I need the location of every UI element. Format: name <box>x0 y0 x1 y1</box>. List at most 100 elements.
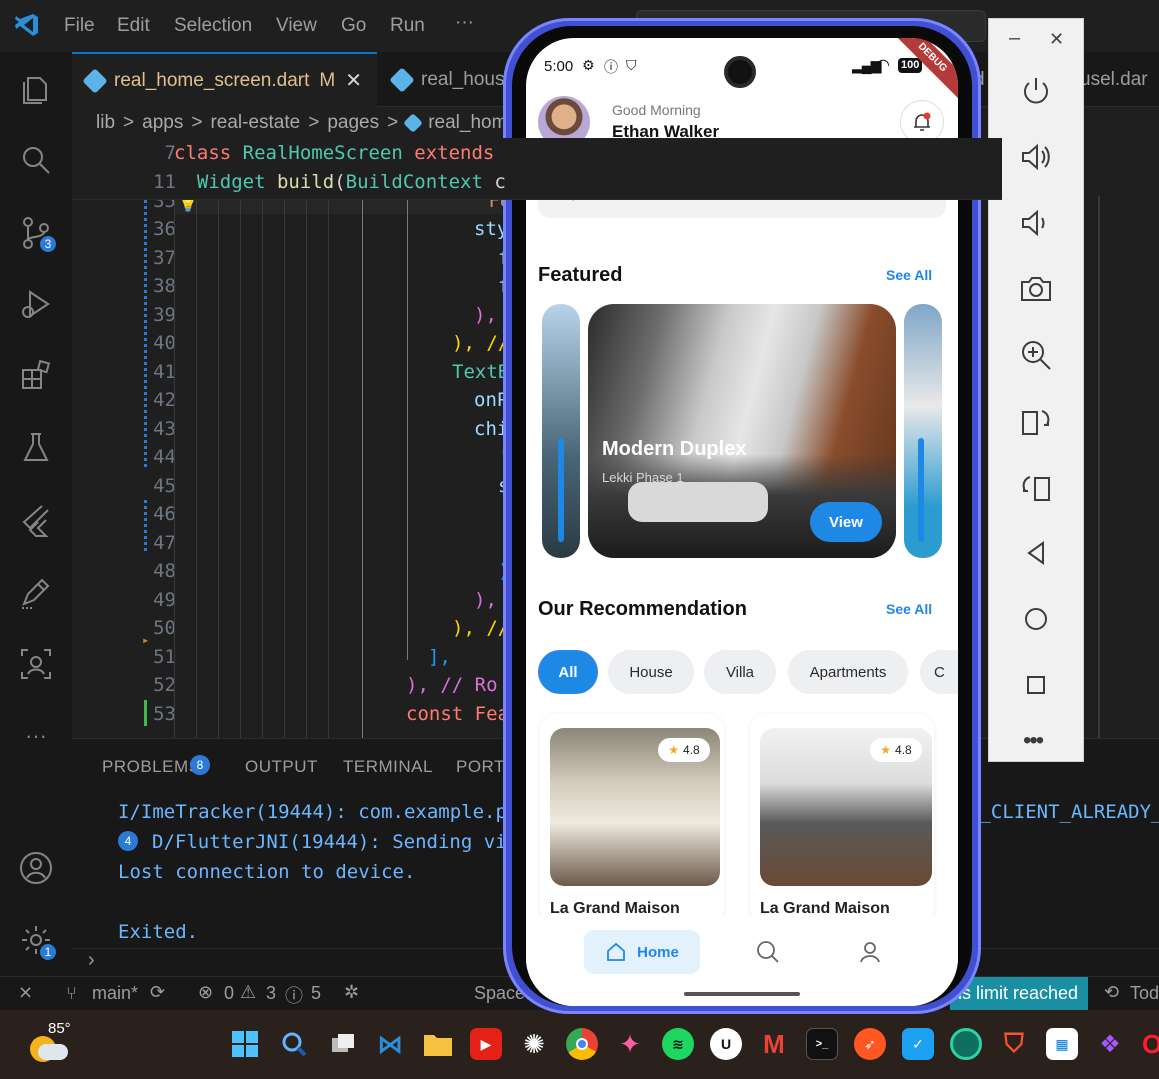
minimize-icon[interactable]: – <box>1009 27 1020 50</box>
fold-arrow-icon[interactable]: ▸ <box>142 633 149 647</box>
crumb-apps[interactable]: apps <box>142 112 183 134</box>
more-icon[interactable]: ••• <box>1023 727 1044 755</box>
chatgpt-icon[interactable]: ✺ <box>518 1028 550 1060</box>
sync-icon[interactable]: ⟳ <box>150 982 165 1003</box>
tab-output[interactable]: OUTPUT <box>245 757 318 777</box>
crumb-lib[interactable]: lib <box>96 112 115 134</box>
close-icon[interactable]: ✕ <box>1049 29 1064 50</box>
menu-run[interactable]: Run <box>390 15 425 37</box>
nav-home[interactable]: Home <box>584 930 700 974</box>
brave-icon[interactable]: ⛉ <box>998 1028 1030 1060</box>
explorer-icon[interactable] <box>16 68 56 108</box>
back-icon[interactable] <box>1018 535 1054 571</box>
info-count[interactable]: 5 <box>311 983 321 1004</box>
search-icon <box>757 941 779 963</box>
overview-square-icon[interactable] <box>1018 667 1054 703</box>
history-icon: ⟲ <box>1104 982 1120 1002</box>
view-button[interactable]: View <box>810 502 882 542</box>
weather-widget[interactable]: 85° <box>30 1020 71 1062</box>
crumb-real-estate[interactable]: real-estate <box>210 112 300 134</box>
microsoft-store-icon[interactable]: ▦ <box>1046 1028 1078 1060</box>
remote-explorer-icon[interactable] <box>16 644 56 684</box>
featured-card[interactable]: Modern Duplex Lekki Phase 1 View <box>588 304 896 558</box>
power-icon[interactable] <box>1018 73 1054 109</box>
property-card[interactable]: ★ 4.8 La Grand Maison <box>750 714 934 924</box>
recommendation-see-all-link[interactable]: See All <box>886 601 932 617</box>
tab-label: real_home_screen.dart <box>114 69 310 91</box>
tab-carousel[interactable]: usel.dar <box>1076 52 1159 107</box>
more-views-icon[interactable]: ··· <box>16 716 56 756</box>
editor-scrollbar[interactable] <box>1098 196 1100 738</box>
volume-up-icon[interactable] <box>1018 139 1054 175</box>
rotate-left-icon[interactable] <box>1018 469 1054 505</box>
zoom-icon[interactable] <box>1018 337 1054 373</box>
start-windows-icon[interactable] <box>229 1028 261 1060</box>
tab-terminal[interactable]: TERMINAL <box>343 757 433 777</box>
menu-view[interactable]: View <box>276 15 317 37</box>
spotify-icon[interactable]: ≋ <box>662 1028 694 1060</box>
filter-chip-partial[interactable]: C <box>920 650 958 694</box>
youtube-icon[interactable]: ▶ <box>470 1028 502 1060</box>
testing-icon[interactable] <box>16 428 56 468</box>
taskbar-search-icon[interactable] <box>278 1028 310 1060</box>
app-star-icon[interactable]: ✦ <box>614 1028 646 1060</box>
carousel-prev-card[interactable] <box>542 304 580 558</box>
filter-chip-apartments[interactable]: Apartments <box>788 650 908 694</box>
upwork-icon[interactable]: U <box>710 1028 742 1060</box>
search-icon[interactable] <box>16 140 56 180</box>
postman-icon[interactable]: ➶ <box>854 1028 886 1060</box>
menu-edit[interactable]: Edit <box>117 15 150 37</box>
close-icon[interactable]: ✕ <box>345 68 362 93</box>
debug-icon[interactable]: ✲ <box>344 982 359 1003</box>
error-count[interactable]: 0 <box>224 983 234 1004</box>
modified-indicator: M <box>319 69 336 91</box>
crumb-file[interactable]: real_hom <box>428 112 507 134</box>
nav-profile[interactable] <box>858 940 884 966</box>
edit-pen-icon[interactable] <box>16 572 56 612</box>
terminal-icon[interactable]: >_ <box>806 1028 838 1060</box>
tab-real-hous[interactable]: real_hous <box>379 52 519 107</box>
filter-chip-house[interactable]: House <box>608 650 694 694</box>
menu-more[interactable]: ··· <box>455 12 474 34</box>
property-image: ★ 4.8 <box>550 728 720 886</box>
settings-gear-icon[interactable]: 1 <box>16 920 58 962</box>
nav-search[interactable] <box>756 940 782 966</box>
volume-down-icon[interactable] <box>1018 205 1054 241</box>
menu-go[interactable]: Go <box>341 15 366 37</box>
run-debug-icon[interactable] <box>16 284 56 324</box>
tab-real-home-screen[interactable]: real_home_screen.dart M ✕ <box>72 52 377 107</box>
gmail-icon[interactable]: M <box>758 1028 790 1060</box>
extensions-icon[interactable] <box>16 356 56 396</box>
property-card[interactable]: ★ 4.8 La Grand Maison <box>540 714 724 924</box>
chrome-icon[interactable] <box>566 1028 598 1060</box>
rating-badge: ★ 4.8 <box>870 738 922 762</box>
source-control-icon[interactable]: 3 <box>16 212 58 254</box>
home-circle-icon[interactable] <box>1018 601 1054 637</box>
featured-see-all-link[interactable]: See All <box>886 267 932 283</box>
menu-file[interactable]: File <box>64 15 95 37</box>
account-icon[interactable] <box>16 848 56 888</box>
flutter-icon[interactable] <box>16 500 56 540</box>
repeat-count-badge: 4 <box>118 831 138 851</box>
opera-icon[interactable]: O <box>1142 1028 1159 1060</box>
branch-name[interactable]: main* <box>92 983 138 1004</box>
twitter-icon[interactable]: ✓ <box>902 1028 934 1060</box>
tab-problems[interactable]: PROBLEMS <box>102 757 200 777</box>
warning-count[interactable]: 3 <box>266 983 276 1004</box>
rotate-right-icon[interactable] <box>1018 403 1054 439</box>
figma-icon[interactable]: ❖ <box>1094 1028 1126 1060</box>
front-camera <box>724 56 756 88</box>
carousel-next-card[interactable] <box>904 304 942 558</box>
greeting: Good Morning <box>612 102 701 118</box>
filter-chip-all[interactable]: All <box>538 650 598 694</box>
filter-chip-villa[interactable]: Villa <box>704 650 776 694</box>
app-circle-icon[interactable] <box>950 1028 982 1060</box>
remote-icon[interactable]: ⨯ <box>18 982 33 1003</box>
file-explorer-icon[interactable] <box>422 1028 454 1060</box>
task-view-icon[interactable] <box>327 1028 359 1060</box>
menu-selection[interactable]: Selection <box>174 15 252 37</box>
crumb-pages[interactable]: pages <box>327 112 379 134</box>
screenshot-camera-icon[interactable] <box>1018 271 1054 307</box>
vscode-taskbar-icon[interactable]: ⋈ <box>374 1028 406 1060</box>
todo-status[interactable]: Tod <box>1130 983 1159 1004</box>
